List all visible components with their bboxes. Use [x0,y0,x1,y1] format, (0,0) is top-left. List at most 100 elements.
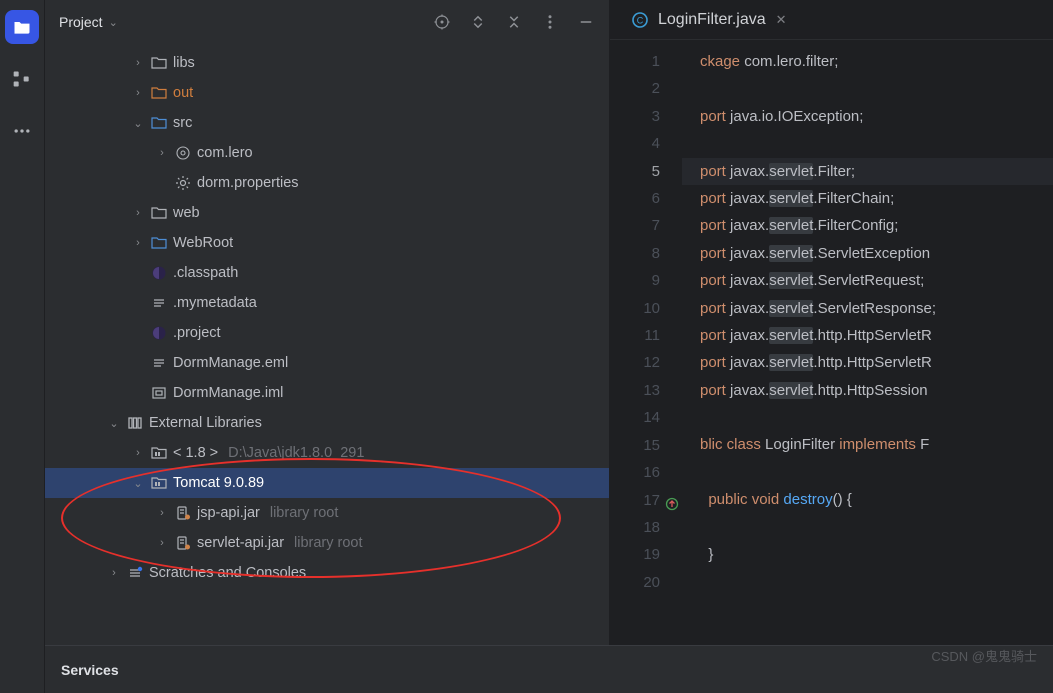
project-tool-button[interactable] [5,10,39,44]
tree-item[interactable]: › web [45,198,609,228]
code-line[interactable] [700,459,1053,486]
ecl-icon [151,325,167,341]
code-line[interactable]: port javax.servlet.ServletRequest; [700,267,1053,294]
services-panel[interactable]: Services [45,645,1053,693]
tree-arrow-icon[interactable] [155,176,169,190]
tree-arrow-icon[interactable]: › [131,56,145,70]
tree-item[interactable]: dorm.properties [45,168,609,198]
project-tree[interactable]: ›libs›out ⌄ src › com.lero dorm.properties › we… [45,44,609,645]
code-line[interactable]: port javax.servlet.http.HttpServletR [700,349,1053,376]
hide-panel-icon[interactable] [577,13,595,31]
code-line[interactable]: port javax.servlet.http.HttpSession [700,377,1053,404]
expand-all-icon[interactable] [469,13,487,31]
override-gutter-icon[interactable] [665,493,679,507]
txt-icon [151,295,167,311]
tree-arrow-icon[interactable]: › [107,566,121,580]
editor-tabs: C LoginFilter.java ✕ [610,0,1053,40]
code-editor[interactable]: 1234567891011121314151617181920 ckage co… [610,40,1053,645]
project-panel-header: Project ⌄ [45,0,609,44]
tree-item[interactable]: .project [45,318,609,348]
iml-icon [151,385,167,401]
tree-item[interactable]: ⌄ src [45,108,609,138]
code-line[interactable] [700,514,1053,541]
panel-more-icon[interactable] [541,13,559,31]
tree-item[interactable]: DormManage.eml [45,348,609,378]
tab-loginfilter[interactable]: C LoginFilter.java ✕ [620,0,799,39]
code-line[interactable]: port javax.servlet.FilterConfig; [700,212,1053,239]
tree-item-label: web [173,205,200,221]
code-line[interactable]: port javax.servlet.FilterChain; [700,185,1053,212]
tree-item[interactable]: ›WebRoot [45,228,609,258]
gutter: 1234567891011121314151617181920 [610,40,682,645]
collapse-all-icon[interactable] [505,13,523,31]
code-line[interactable]: port javax.servlet.Filter; [682,158,1053,185]
close-tab-icon[interactable]: ✕ [776,12,787,28]
code-line[interactable]: port javax.servlet.ServletResponse; [700,295,1053,322]
tree-item[interactable]: .mymetadata [45,288,609,318]
tree-item-label: .mymetadata [173,295,257,311]
libf-icon [151,475,167,491]
chevron-down-icon: ⌄ [109,16,118,29]
lib-icon [127,415,143,431]
code-line[interactable]: port javax.servlet.ServletException [700,240,1053,267]
code-line[interactable] [700,130,1053,157]
folder-o-icon [151,85,167,101]
structure-tool-button[interactable] [5,62,39,96]
tree-item[interactable]: ›Scratches and Consoles [45,558,609,588]
tree-arrow-icon[interactable]: › [155,536,169,550]
code-line[interactable]: port java.io.IOException; [700,103,1053,130]
tree-item[interactable]: › com.lero [45,138,609,168]
tree-arrow-icon[interactable] [131,296,145,310]
tree-arrow-icon[interactable]: › [131,236,145,250]
tree-item[interactable]: ›jsp-api.jarlibrary root [45,498,609,528]
tree-item[interactable]: DormManage.iml [45,378,609,408]
activity-more-button[interactable] [5,114,39,148]
tree-arrow-icon[interactable]: › [131,206,145,220]
folder-icon [151,55,167,71]
tree-item-label: Tomcat 9.0.89 [173,475,264,491]
tab-label: LoginFilter.java [658,11,766,29]
code-line[interactable]: public void destroy() { [700,486,1053,513]
tree-item-label: dorm.properties [197,175,299,191]
tree-item[interactable]: ›libs [45,48,609,78]
project-panel-title: Project [59,14,103,30]
tree-item[interactable]: ›out [45,78,609,108]
activity-bar [0,0,45,693]
folder-web-icon [151,235,167,251]
project-view-selector[interactable]: Project ⌄ [59,14,118,30]
tree-arrow-icon[interactable] [131,356,145,370]
tree-arrow-icon[interactable]: › [131,86,145,100]
jar-icon [175,535,191,551]
tree-arrow-icon[interactable]: › [131,446,145,460]
tree-item-label: src [173,115,192,131]
tree-arrow-icon[interactable]: › [155,506,169,520]
tree-item-label: DormManage.eml [173,355,288,371]
tree-item[interactable]: ⌄ Tomcat 9.0.89 [45,468,609,498]
tree-arrow-icon[interactable] [131,386,145,400]
tree-item[interactable]: ›servlet-api.jarlibrary root [45,528,609,558]
tree-item-hint: library root [270,505,339,521]
tree-arrow-icon[interactable]: › [155,146,169,160]
tree-item[interactable]: ›< 1.8 >D:\Java\jdk1.8.0_291 [45,438,609,468]
code-line[interactable]: blic class LoginFilter implements F [700,431,1053,458]
folder-icon [151,205,167,221]
source-code[interactable]: ckage com.lero.filter; port java.io.IOExc… [682,40,1053,645]
project-panel: Project ⌄ ›libs›out ⌄ src › com.lero dorm.pro… [45,0,610,645]
tree-arrow-icon[interactable]: ⌄ [131,116,145,130]
code-line[interactable] [700,75,1053,102]
code-line[interactable] [700,568,1053,595]
folder-src-icon [151,115,167,131]
code-line[interactable]: ckage com.lero.filter; [700,48,1053,75]
locate-icon[interactable] [433,13,451,31]
tree-item-label: com.lero [197,145,253,161]
tree-item-label: servlet-api.jar [197,535,284,551]
code-line[interactable] [700,404,1053,431]
tree-item[interactable]: .classpath [45,258,609,288]
tree-arrow-icon[interactable]: ⌄ [107,416,121,430]
tree-item[interactable]: ⌄External Libraries [45,408,609,438]
tree-arrow-icon[interactable] [131,326,145,340]
code-line[interactable]: port javax.servlet.http.HttpServletR [700,322,1053,349]
code-line[interactable]: } [700,541,1053,568]
tree-arrow-icon[interactable]: ⌄ [131,476,145,490]
tree-arrow-icon[interactable] [131,266,145,280]
